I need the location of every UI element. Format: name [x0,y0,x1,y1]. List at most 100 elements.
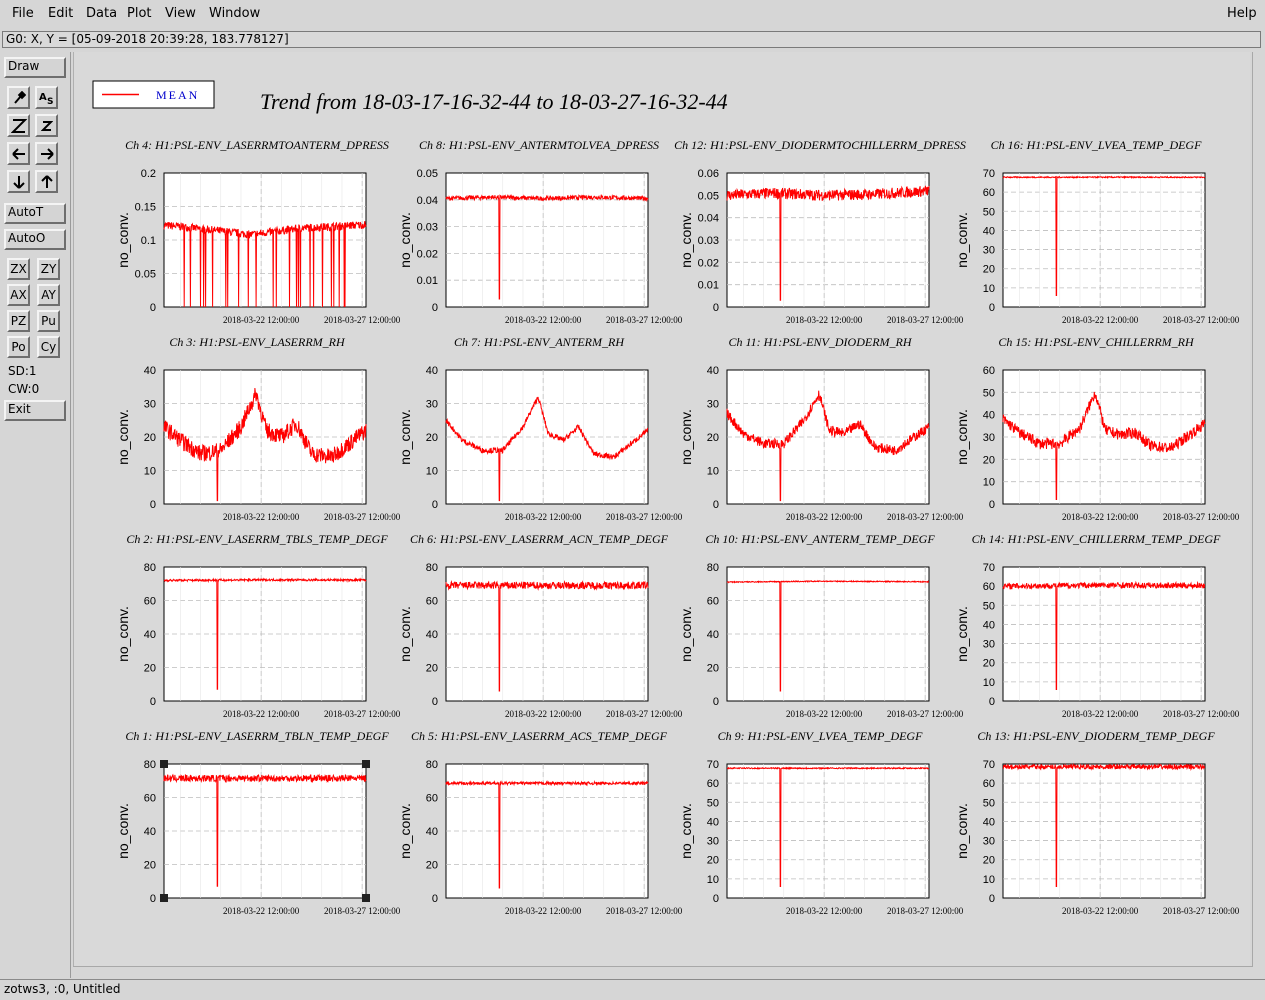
y-tick-label: 0 [432,302,438,314]
y-tick-label: 70 [983,759,995,771]
chart-panel: Ch 6: H1:PSL-ENV_LASERRM_ACN_TEMP_DEGF 0 2… [397,532,683,719]
x-tick-label: 2018-03-27 12:00:00 [1163,512,1240,522]
x-tick-label: 2018-03-27 12:00:00 [1163,709,1240,719]
y-tick-label: 20 [983,264,995,276]
y-tick-label: 0.03 [698,235,719,247]
y-tick-label: 10 [707,874,719,886]
y-tick-label: 0.05 [417,168,438,180]
y-tick-label: 20 [707,663,719,675]
x-tick-label: 2018-03-27 12:00:00 [887,906,964,916]
y-tick-label: 10 [983,283,995,295]
y-tick-label: 60 [983,365,995,377]
y-tick-label: 20 [144,860,156,872]
zy-button[interactable]: ZY [37,258,60,280]
menu-help[interactable]: Help [1227,6,1257,21]
menu-data[interactable]: Data [86,6,117,21]
zoom-z-small-icon[interactable] [35,114,58,137]
y-tick-label: 0 [150,696,156,708]
y-tick-label: 0.05 [698,190,719,202]
zx-button[interactable]: ZX [7,258,30,280]
chart-panel: Ch 5: H1:PSL-ENV_LASERRM_ACS_TEMP_DEGF 0 2… [397,729,683,916]
ax-button[interactable]: AX [7,284,30,306]
ay-button[interactable]: AY [37,284,60,306]
x-tick-label: 2018-03-27 12:00:00 [324,315,401,325]
x-tick-label: 2018-03-27 12:00:00 [887,315,964,325]
chart-panel: Ch 7: H1:PSL-ENV_ANTERM_RH 0 10 20 30 40 2018-… [397,335,683,522]
chart-title: Ch 13: H1:PSL-ENV_DIODERM_TEMP_DEGF [977,729,1215,743]
y-tick-label: 20 [983,658,995,670]
plot-canvas[interactable]: MEAN Trend from 18-03-17-16-32-44 to 18-… [73,52,1250,966]
menu-file[interactable]: File [12,6,34,21]
menu-window[interactable]: Window [209,6,260,21]
menu-view[interactable]: View [165,6,196,21]
x-tick-label: 2018-03-22 12:00:00 [1062,906,1139,916]
y-tick-label: 20 [707,855,719,867]
horizontal-scrollbar[interactable] [73,966,1253,979]
y-tick-label: 0 [150,302,156,314]
y-tick-label: 10 [983,677,995,689]
y-tick-label: 80 [144,562,156,574]
autoo-button[interactable]: AutoO [4,229,66,250]
chart-panel: Ch 2: H1:PSL-ENV_LASERRM_TBLS_TEMP_DEGF 0… [115,532,401,719]
selection-handle [160,894,168,902]
x-tick-label: 2018-03-27 12:00:00 [1163,906,1240,916]
y-tick-label: 20 [426,432,438,444]
x-tick-label: 2018-03-22 12:00:00 [786,512,863,522]
y-axis-label: no_conv. [954,409,970,465]
plot-title: Trend from 18-03-17-16-32-44 to 18-03-27… [260,89,728,114]
x-tick-label: 2018-03-22 12:00:00 [505,315,582,325]
svg-text:S: S [47,97,53,106]
menu-plot[interactable]: Plot [127,6,152,21]
cy-button[interactable]: Cy [37,336,60,358]
y-tick-label: 80 [426,562,438,574]
x-tick-label: 2018-03-27 12:00:00 [606,709,683,719]
arrow-down-icon[interactable] [7,170,30,193]
y-tick-label: 80 [144,759,156,771]
chart-title: Ch 7: H1:PSL-ENV_ANTERM_RH [454,335,625,349]
y-axis-label: no_conv. [678,606,694,662]
y-tick-label: 10 [144,466,156,478]
arrow-right-icon[interactable] [35,142,58,165]
pu-button[interactable]: Pu [37,310,60,332]
trend-plot-svg[interactable]: MEAN Trend from 18-03-17-16-32-44 to 18-… [74,52,1250,966]
y-tick-label: 0 [713,302,719,314]
x-tick-label: 2018-03-27 12:00:00 [606,512,683,522]
draw-button[interactable]: Draw [4,57,66,78]
y-tick-label: 0.06 [698,168,719,180]
x-tick-label: 2018-03-22 12:00:00 [505,906,582,916]
y-tick-label: 40 [983,619,995,631]
y-tick-label: 20 [144,432,156,444]
menu-bar: File Edit Data Plot View Window Help [0,0,1265,29]
y-tick-label: 0.01 [698,280,719,292]
chart-title: Ch 5: H1:PSL-ENV_LASERRM_ACS_TEMP_DEGF [411,729,668,743]
y-tick-label: 70 [983,562,995,574]
menu-edit[interactable]: Edit [48,6,73,21]
y-tick-label: 30 [983,245,995,257]
y-tick-label: 0.2 [141,168,156,180]
pick-tool-icon[interactable] [7,86,30,109]
chart-title: Ch 10: H1:PSL-ENV_ANTERM_TEMP_DEGF [705,532,935,546]
zoom-z-big-icon[interactable] [7,114,30,137]
chart-title: Ch 9: H1:PSL-ENV_LVEA_TEMP_DEGF [718,729,924,743]
y-tick-label: 0.04 [698,213,719,225]
selection-handle [362,894,370,902]
arrow-up-icon[interactable] [35,170,58,193]
y-tick-label: 10 [983,874,995,886]
vertical-scrollbar[interactable] [1252,52,1265,966]
autot-button[interactable]: AutoT [4,203,66,224]
chart-panel: Ch 9: H1:PSL-ENV_LVEA_TEMP_DEGF 0 10 20 30 40… [678,729,964,916]
y-tick-label: 60 [144,596,156,608]
po-button[interactable]: Po [7,336,30,358]
y-tick-label: 0 [989,499,995,511]
x-tick-label: 2018-03-22 12:00:00 [1062,512,1139,522]
pz-button[interactable]: PZ [7,310,30,332]
y-tick-label: 70 [983,168,995,180]
y-tick-label: 40 [426,629,438,641]
x-tick-label: 2018-03-27 12:00:00 [887,709,964,719]
exit-button[interactable]: Exit [4,400,66,421]
text-tool-icon[interactable]: AS [35,86,58,109]
chart-title: Ch 16: H1:PSL-ENV_LVEA_TEMP_DEGF [991,138,1203,152]
x-tick-label: 2018-03-22 12:00:00 [505,512,582,522]
arrow-left-icon[interactable] [7,142,30,165]
chart-panel: Ch 12: H1:PSL-ENV_DIODERMTOCHILLERRM_DPR… [674,138,966,325]
